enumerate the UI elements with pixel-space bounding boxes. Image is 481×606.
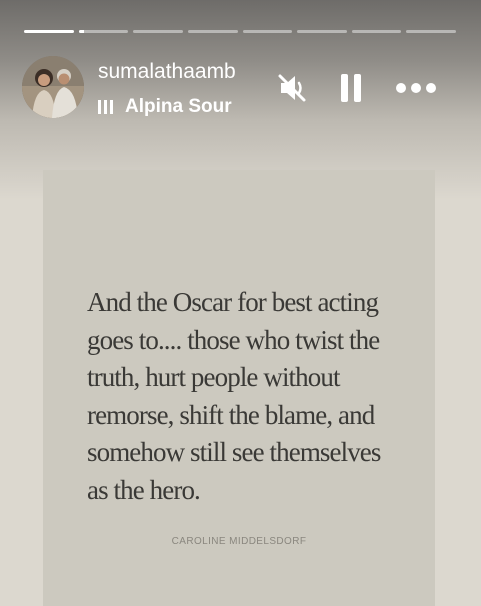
pause-icon (341, 74, 361, 102)
quote-card[interactable]: And the Oscar for best acting goes to...… (43, 170, 435, 606)
audio-attribution[interactable]: Alpina Sour (98, 94, 246, 120)
story-progress-bar (24, 30, 456, 33)
progress-segment (187, 30, 238, 33)
quote-author: CAROLINE MIDDELSDORF (171, 536, 307, 547)
progress-segment (351, 30, 402, 33)
audio-name: Alpina Sour (125, 96, 232, 117)
progress-segment-fill (24, 30, 74, 33)
audio-bars-icon (98, 100, 113, 114)
progress-segment (24, 30, 74, 33)
progress-segment (406, 30, 456, 33)
username[interactable]: sumalathaamb (98, 60, 246, 86)
progress-segment (133, 30, 183, 33)
progress-segment (297, 30, 347, 33)
mute-button[interactable] (268, 66, 316, 110)
pause-button[interactable] (327, 66, 375, 110)
speaker-muted-icon (278, 74, 306, 102)
more-dots-icon (396, 83, 436, 93)
avatar-image (22, 56, 84, 118)
more-options-button[interactable] (388, 66, 444, 110)
progress-segment (242, 30, 293, 33)
avatar[interactable] (22, 56, 84, 118)
progress-segment-fill (78, 30, 84, 33)
story-header: sumalathaamb Alpina Sour (22, 56, 462, 118)
quote-text: And the Oscar for best acting goes to...… (87, 287, 381, 505)
progress-segment (78, 30, 129, 33)
